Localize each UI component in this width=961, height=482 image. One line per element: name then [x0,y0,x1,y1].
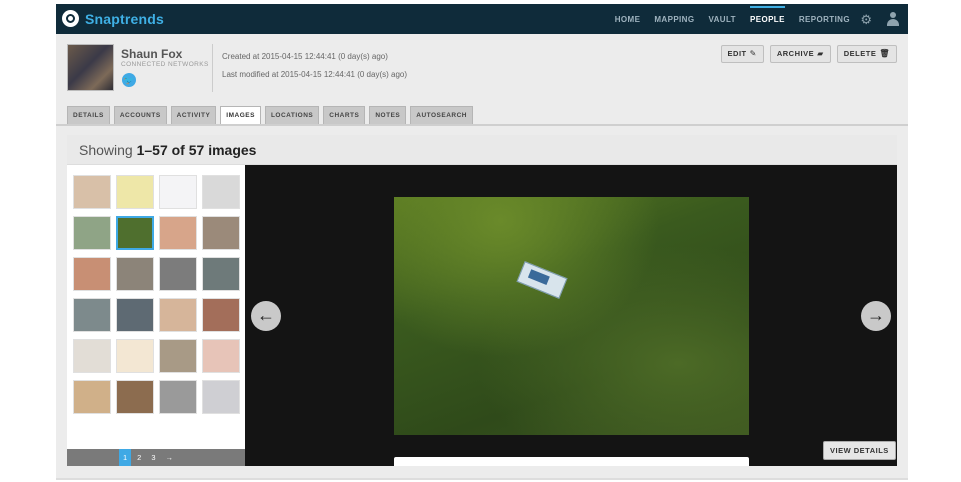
archive-button[interactable]: ARCHIVE ▰ [769,45,831,63]
image-thumbnail[interactable] [159,175,197,209]
snaptrends-logo-icon[interactable] [62,10,79,27]
edit-icon: ✎ [749,49,757,58]
tab-activity[interactable]: ACTIVITY [170,106,217,124]
pagination: 1 2 3 → [67,449,245,466]
avatar [67,44,114,91]
image-thumbnail[interactable] [116,380,154,414]
showing-prefix: Showing [79,142,137,158]
image-thumbnail[interactable] [159,216,197,250]
nav-item-vault[interactable]: VAULT [708,15,735,24]
modified-timestamp: Last modified at 2015-04-15 12:44:41 (0 … [222,70,408,79]
image-viewer: ← → VIEW DETAILS [245,165,897,466]
nav-item-home[interactable]: HOME [615,15,641,24]
image-thumbnail[interactable] [202,380,240,414]
tab-locations[interactable]: LOCATIONS [264,106,320,124]
image-thumbnail[interactable] [159,257,197,291]
image-thumbnail[interactable] [73,298,111,332]
image-thumbnail[interactable] [159,339,197,373]
image-thumbnail[interactable] [73,175,111,209]
created-timestamp: Created at 2015-04-15 12:44:41 (0 day(s)… [222,52,388,61]
profile-name: Shaun Fox [121,47,183,61]
image-thumbnail[interactable] [202,339,240,373]
images-panel: Showing 1–57 of 57 images 1 2 3 → ← → VI… [67,135,897,466]
profile-tabs: DETAILS ACCOUNTS ACTIVITY IMAGES LOCATIO… [67,106,473,124]
image-thumbnail[interactable] [116,257,154,291]
divider [212,44,213,92]
image-thumbnail[interactable] [202,298,240,332]
boat-in-image [516,261,568,299]
tab-charts[interactable]: CHARTS [323,106,366,124]
nav-item-people[interactable]: PEOPLE [749,6,785,24]
twitter-icon[interactable]: 🐦 [122,73,136,87]
top-navbar: Snaptrends HOME MAPPING VAULT PEOPLE REP… [56,4,908,34]
image-thumbnail[interactable] [202,216,240,250]
showing-count: Showing 1–57 of 57 images [67,135,897,165]
image-caption-box [394,457,749,466]
profile-header: Shaun Fox CONNECTED NETWORKS 🐦 Created a… [56,34,908,126]
page-1[interactable]: 1 [119,449,132,466]
image-thumbnail[interactable] [73,216,111,250]
image-thumbnail[interactable] [116,216,154,250]
image-thumbnail[interactable] [73,380,111,414]
image-thumbnail[interactable] [159,298,197,332]
next-image-arrow-icon[interactable]: → [861,301,891,331]
delete-button[interactable]: DELETE 🗑 [836,45,897,63]
tab-autosearch[interactable]: AUTOSEARCH [410,106,473,124]
thumbnail-grid [67,165,245,449]
page-2[interactable]: 2 [133,449,145,466]
user-icon[interactable] [886,12,900,26]
showing-range: 1–57 of 57 images [136,142,257,158]
image-thumbnail[interactable] [116,298,154,332]
profile-subtitle: CONNECTED NETWORKS [121,61,209,68]
image-thumbnail[interactable] [202,175,240,209]
tab-accounts[interactable]: ACCOUNTS [113,106,167,124]
archive-button-label: ARCHIVE [776,49,815,58]
nav-item-reporting[interactable]: REPORTING [799,15,850,24]
tab-images[interactable]: IMAGES [220,106,261,124]
profile-actions: EDIT ✎ ARCHIVE ▰ DELETE 🗑 [720,45,897,63]
trash-icon: 🗑 [879,49,890,58]
brand-name[interactable]: Snaptrends [85,11,164,27]
archive-icon: ▰ [817,49,824,58]
tab-notes[interactable]: NOTES [369,106,407,124]
nav-item-mapping[interactable]: MAPPING [654,15,694,24]
image-thumbnail[interactable] [73,257,111,291]
edit-button-label: EDIT [727,49,747,58]
image-thumbnail[interactable] [116,339,154,373]
gear-icon[interactable]: ⚙ [860,12,872,28]
prev-image-arrow-icon[interactable]: ← [251,301,281,331]
main-nav: HOME MAPPING VAULT PEOPLE REPORTING [615,6,850,24]
tab-details[interactable]: DETAILS [67,106,110,124]
image-thumbnail[interactable] [116,175,154,209]
selected-image [394,197,749,435]
image-thumbnail[interactable] [73,339,111,373]
image-thumbnail[interactable] [159,380,197,414]
view-details-button[interactable]: VIEW DETAILS [823,441,896,460]
footer-divider [56,478,908,480]
image-thumbnail[interactable] [202,257,240,291]
next-page-arrow-icon[interactable]: → [162,449,178,466]
page-3[interactable]: 3 [147,449,159,466]
delete-button-label: DELETE [843,49,877,58]
edit-button[interactable]: EDIT ✎ [720,45,764,63]
app-window: Snaptrends HOME MAPPING VAULT PEOPLE REP… [56,4,908,480]
